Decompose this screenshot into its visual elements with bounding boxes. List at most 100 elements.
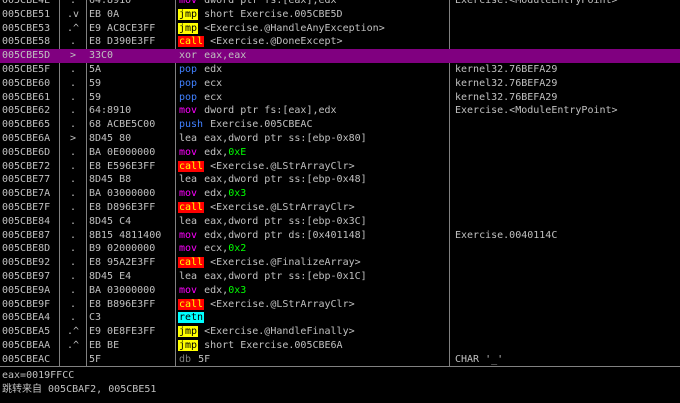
assembly-cell: mov edx,0x3: [178, 187, 443, 201]
instruction-row[interactable]: 005CBE77. 8D45 B8 lea eax,dword ptr ss:[eb…: [0, 173, 680, 187]
assembly-cell: mov dword ptr fs:[eax],edx: [178, 104, 443, 118]
instruction-row[interactable]: 005CBE72. E8 E596E3FF call <Exercise.@LStr…: [0, 160, 680, 174]
flow-marker: .: [69, 312, 77, 324]
hex-bytes-cell: BA 03000000: [89, 284, 156, 296]
instruction-row[interactable]: 005CBE97. 8D45 E4 lea eax,dword ptr ss:[eb…: [0, 270, 680, 284]
operands: edx,0x3: [204, 284, 247, 296]
instruction-row[interactable]: 005CBE58. E8 D390E3FF call <Exercise.@Done…: [0, 35, 680, 49]
hex-bytes-cell: C3: [89, 312, 102, 324]
instruction-row[interactable]: 005CBE4E. 64:8910 mov dword ptr fs:[eax],e…: [0, 0, 680, 8]
operands: eax,dword ptr ss:[ebp-0x1C]: [204, 271, 367, 282]
address-cell: 005CBE6A: [2, 133, 51, 144]
mnemonic: lea: [179, 174, 198, 186]
instruction-row[interactable]: 005CBE92. E8 95A2E3FF call <Exercise.@Fina…: [0, 256, 680, 270]
instruction-row[interactable]: 005CBE51 .v EB 0A jmp short Exercise.005CBE…: [0, 8, 680, 22]
operands: dword ptr fs:[eax],edx: [204, 0, 337, 6]
operands: dword ptr fs:[eax],edx: [204, 105, 337, 117]
flow-marker: .: [69, 174, 77, 186]
flow-marker: .: [69, 105, 77, 117]
instruction-row[interactable]: 005CBE87. 8B15 4811400 mov edx,dword ptr d…: [0, 229, 680, 243]
hex-bytes-cell: 5F: [89, 353, 102, 365]
mnemonic: retn: [178, 312, 205, 324]
operands: <Exercise.@LStrArrayClr>: [210, 298, 355, 310]
disassembly-listing[interactable]: 005CBE4E. 64:8910 mov dword ptr fs:[eax],e…: [0, 0, 680, 367]
address-cell: 005CBE77: [2, 174, 51, 186]
hex-bytes-cell: E9 AC8CE3FF: [89, 22, 156, 34]
instruction-row[interactable]: 005CBE65. 68 ACBE5C00 push Exercise.005CBE…: [0, 118, 680, 132]
flow-marker: .: [69, 257, 77, 269]
selected-instruction-row[interactable]: 005CBE5D >33C0 xor eax,eax: [0, 49, 680, 63]
immediate-value: 0xE: [228, 146, 247, 158]
flow-marker: .: [69, 146, 77, 158]
comment-cell: Exercise.0040114C: [455, 229, 558, 241]
hex-bytes-cell: 8D45 C4: [89, 215, 132, 227]
instruction-row[interactable]: 005CBE9F. E8 B896E3FF call <Exercise.@LStr…: [0, 298, 680, 312]
mnemonic: lea: [179, 215, 198, 227]
flow-marker: .: [69, 77, 77, 89]
hex-bytes-cell: E8 D390E3FF: [89, 36, 156, 48]
operands: <Exercise.@DoneExcept>: [210, 36, 343, 48]
assembly-cell: pop ecx: [178, 91, 443, 105]
instruction-row[interactable]: 005CBE6A >8D45 80 lea eax,dword ptr ss:[eb…: [0, 132, 680, 146]
mnemonic: mov: [179, 0, 198, 6]
operands: eax,dword ptr ss:[ebp-0x80]: [204, 133, 367, 144]
mnemonic: lea: [179, 271, 198, 282]
comment-cell: Exercise.<ModuleEntryPoint>: [455, 0, 618, 6]
instruction-row[interactable]: 005CBE6D. BA 0E000000 mov edx,0xE: [0, 146, 680, 160]
flow-marker: .: [69, 243, 77, 255]
instruction-row[interactable]: 005CBE62. 64:8910 mov dword ptr fs:[eax],e…: [0, 104, 680, 118]
comment-cell: Exercise.<ModuleEntryPoint>: [455, 105, 618, 117]
assembly-cell: mov ecx,0x2: [178, 242, 443, 256]
address-cell: 005CBE4E: [2, 0, 51, 6]
instruction-row[interactable]: 005CBE84. 8D45 C4 lea eax,dword ptr ss:[eb…: [0, 215, 680, 229]
assembly-cell: call <Exercise.@LStrArrayClr>: [178, 298, 443, 312]
operands: short Exercise.005CBE5D: [204, 8, 343, 20]
mnemonic: call: [178, 160, 205, 172]
instruction-row[interactable]: 005CBEAA .^ EB BE jmp short Exercise.005CBE…: [0, 339, 680, 353]
address-cell: 005CBE5D: [2, 50, 51, 62]
assembly-cell: lea eax,dword ptr ss:[ebp-0x3C]: [178, 215, 443, 229]
instruction-row[interactable]: 005CBE5F. 5A pop edx kernel32.76BEFA29: [0, 63, 680, 77]
assembly-cell: xor eax,eax: [178, 49, 443, 63]
flow-marker: .: [69, 119, 77, 131]
mnemonic: mov: [179, 105, 198, 117]
hex-bytes-cell: E8 E596E3FF: [89, 160, 156, 172]
operands: eax,eax: [204, 50, 247, 62]
instruction-row[interactable]: 005CBEAC 5F db 5F CHAR '_': [0, 353, 680, 367]
assembly-cell: jmp <Exercise.@HandleFinally>: [178, 325, 443, 339]
instruction-row[interactable]: 005CBEA5 .^ E9 0E8FE3FF jmp <Exercise.@Hand…: [0, 325, 680, 339]
operands: short Exercise.005CBE6A: [204, 340, 343, 351]
pane-divider[interactable]: [0, 366, 680, 367]
flow-marker: .: [69, 298, 77, 310]
flow-marker: .^: [66, 326, 80, 338]
comment-cell: kernel32.76BEFA29: [455, 77, 558, 89]
instruction-row[interactable]: 005CBE8D. B9 02000000 mov ecx,0x2: [0, 242, 680, 256]
instruction-row[interactable]: 005CBE53 .^ E9 AC8CE3FF jmp <Exercise.@Hand…: [0, 22, 680, 36]
mnemonic: push: [179, 119, 204, 131]
hex-bytes-cell: 59: [89, 91, 102, 103]
instruction-row[interactable]: 005CBE7F. E8 D896E3FF call <Exercise.@LStr…: [0, 201, 680, 215]
instruction-row[interactable]: 005CBE60. 59 pop ecx kernel32.76BEFA29: [0, 77, 680, 91]
flow-marker: .: [69, 91, 77, 103]
instruction-row[interactable]: 005CBE61. 59 pop ecx kernel32.76BEFA29: [0, 91, 680, 105]
hex-bytes-cell: 5A: [89, 64, 102, 75]
hex-bytes-cell: 8D45 80: [89, 133, 132, 144]
mnemonic: pop: [179, 91, 198, 103]
instruction-row[interactable]: 005CBEA4. C3 retn: [0, 311, 680, 325]
assembly-cell: jmp <Exercise.@HandleAnyException>: [178, 22, 443, 36]
flow-marker: .: [69, 188, 77, 200]
jump-from-info: 跳转来自 005CBAF2, 005CBE51: [2, 384, 157, 395]
assembly-cell: mov edx,0x3: [178, 284, 443, 298]
assembly-cell: pop edx: [178, 63, 443, 77]
assembly-cell: mov edx,dword ptr ds:[0x401148]: [178, 229, 443, 243]
flow-marker: .: [69, 271, 77, 282]
hex-bytes-cell: 64:8910: [89, 105, 132, 117]
instruction-row[interactable]: 005CBE7A. BA 03000000 mov edx,0x3: [0, 187, 680, 201]
assembly-cell: mov edx,0xE: [178, 146, 443, 160]
info-pane: eax=0019FFCC 跳转来自 005CBAF2, 005CBE51: [0, 368, 680, 403]
instruction-row[interactable]: 005CBE9A. BA 03000000 mov edx,0x3: [0, 284, 680, 298]
address-cell: 005CBE53: [2, 22, 51, 34]
hex-bytes-cell: 33C0: [89, 50, 114, 62]
assembly-cell: pop ecx: [178, 77, 443, 91]
address-cell: 005CBE97: [2, 271, 51, 282]
